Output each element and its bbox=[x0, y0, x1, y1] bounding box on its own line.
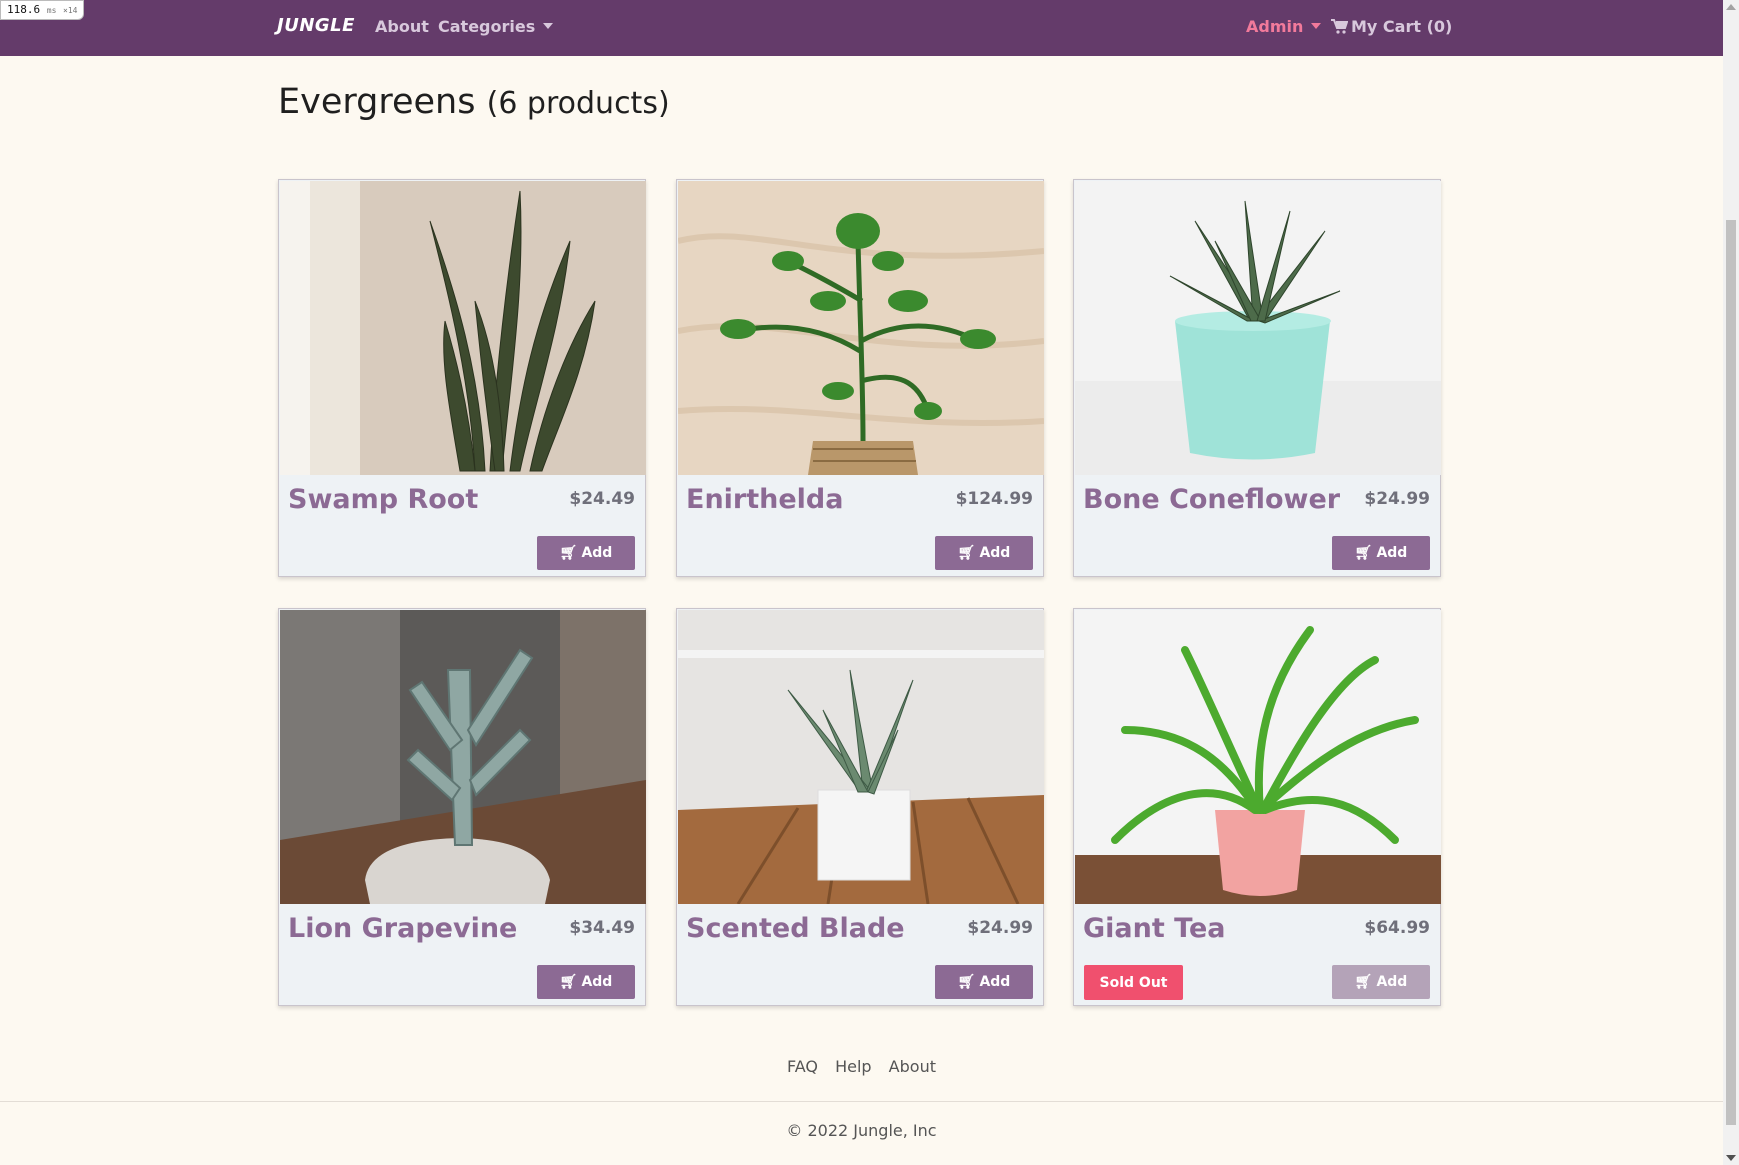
nav-admin[interactable]: Admin bbox=[1246, 17, 1322, 36]
page-scrollbar[interactable] bbox=[1723, 0, 1739, 1165]
product-image bbox=[280, 181, 646, 475]
footer-divider bbox=[0, 1101, 1723, 1102]
nav-categories-label: Categories bbox=[438, 17, 536, 36]
nav-cart[interactable]: My Cart (0) bbox=[1331, 17, 1452, 36]
product-price: $124.99 bbox=[955, 489, 1033, 509]
cart-icon bbox=[1331, 17, 1351, 36]
add-label: Add bbox=[1376, 974, 1408, 990]
nav-cart-label: My Cart (0) bbox=[1351, 17, 1453, 36]
scroll-thumb[interactable] bbox=[1726, 220, 1736, 1125]
cart-icon: 🛒︎ bbox=[1354, 545, 1373, 561]
product-price: $34.49 bbox=[569, 918, 635, 938]
product-card: Bone Coneflower $24.99 🛒︎ Add bbox=[1073, 179, 1441, 577]
add-label: Add bbox=[1376, 545, 1408, 561]
add-label: Add bbox=[979, 545, 1011, 561]
product-count: (6 products) bbox=[486, 86, 670, 121]
cart-icon: 🛒︎ bbox=[957, 545, 976, 561]
perf-suffix: ×14 bbox=[63, 6, 78, 15]
category-name: Evergreens bbox=[278, 82, 476, 122]
page-title: Evergreens (6 products) bbox=[278, 82, 670, 122]
product-price: $24.99 bbox=[1364, 489, 1430, 509]
nav-about[interactable]: About bbox=[375, 17, 429, 36]
product-name[interactable]: Lion Grapevine bbox=[288, 913, 517, 944]
footer-link-faq[interactable]: FAQ bbox=[787, 1057, 818, 1076]
chevron-down-icon bbox=[543, 23, 554, 29]
add-to-cart-button[interactable]: 🛒︎ Add bbox=[1332, 965, 1430, 999]
cart-icon: 🛒︎ bbox=[1354, 974, 1373, 990]
chevron-down-icon bbox=[1311, 23, 1322, 29]
footer-link-help[interactable]: Help bbox=[835, 1057, 871, 1076]
cart-icon: 🛒︎ bbox=[559, 545, 578, 561]
add-to-cart-button[interactable]: 🛒︎ Add bbox=[537, 965, 635, 999]
add-label: Add bbox=[979, 974, 1011, 990]
add-label: Add bbox=[581, 974, 613, 990]
product-card: Enirthelda $124.99 🛒︎ Add bbox=[676, 179, 1044, 577]
perf-overlay: 118.6 ms ×14 bbox=[0, 0, 85, 20]
cart-icon: 🛒︎ bbox=[559, 974, 578, 990]
add-to-cart-button[interactable]: 🛒︎ Add bbox=[537, 536, 635, 570]
scroll-down-icon[interactable] bbox=[1726, 1155, 1736, 1161]
copyright: © 2022 Jungle, Inc bbox=[786, 1121, 937, 1140]
add-to-cart-button[interactable]: 🛒︎ Add bbox=[1332, 536, 1430, 570]
perf-ms: 118.6 bbox=[7, 3, 41, 16]
product-name[interactable]: Swamp Root bbox=[288, 484, 478, 515]
perf-unit: ms bbox=[46, 6, 57, 15]
product-image bbox=[280, 610, 646, 904]
product-card: Lion Grapevine $34.49 🛒︎ Add bbox=[278, 608, 646, 1006]
add-to-cart-button[interactable]: 🛒︎ Add bbox=[935, 536, 1033, 570]
product-card: Giant Tea $64.99 Sold Out 🛒︎ Add bbox=[1073, 608, 1441, 1006]
product-card: Swamp Root $24.49 🛒︎ Add bbox=[278, 179, 646, 577]
footer-links: FAQ Help About bbox=[0, 1057, 1723, 1076]
product-name[interactable]: Enirthelda bbox=[686, 484, 843, 515]
cart-icon: 🛒︎ bbox=[957, 974, 976, 990]
sold-out-badge: Sold Out bbox=[1084, 965, 1183, 1000]
footer-link-about[interactable]: About bbox=[889, 1057, 936, 1076]
product-price: $24.49 bbox=[569, 489, 635, 509]
product-name[interactable]: Scented Blade bbox=[686, 913, 905, 944]
nav-categories[interactable]: Categories bbox=[438, 17, 554, 36]
product-image bbox=[1075, 610, 1441, 904]
product-image bbox=[678, 610, 1044, 904]
add-to-cart-button[interactable]: 🛒︎ Add bbox=[935, 965, 1033, 999]
scroll-up-icon[interactable] bbox=[1726, 4, 1736, 10]
product-name[interactable]: Bone Coneflower bbox=[1083, 484, 1340, 515]
product-image bbox=[1075, 181, 1441, 475]
product-price: $64.99 bbox=[1364, 918, 1430, 938]
product-price: $24.99 bbox=[967, 918, 1033, 938]
brand-logo[interactable]: JUNGLE bbox=[277, 15, 355, 36]
product-card: Scented Blade $24.99 🛒︎ Add bbox=[676, 608, 1044, 1006]
product-name[interactable]: Giant Tea bbox=[1083, 913, 1226, 944]
product-image bbox=[678, 181, 1044, 475]
top-navbar: JUNGLE About Categories Admin My Cart (0… bbox=[0, 0, 1723, 56]
nav-admin-label: Admin bbox=[1246, 17, 1304, 36]
add-label: Add bbox=[581, 545, 613, 561]
